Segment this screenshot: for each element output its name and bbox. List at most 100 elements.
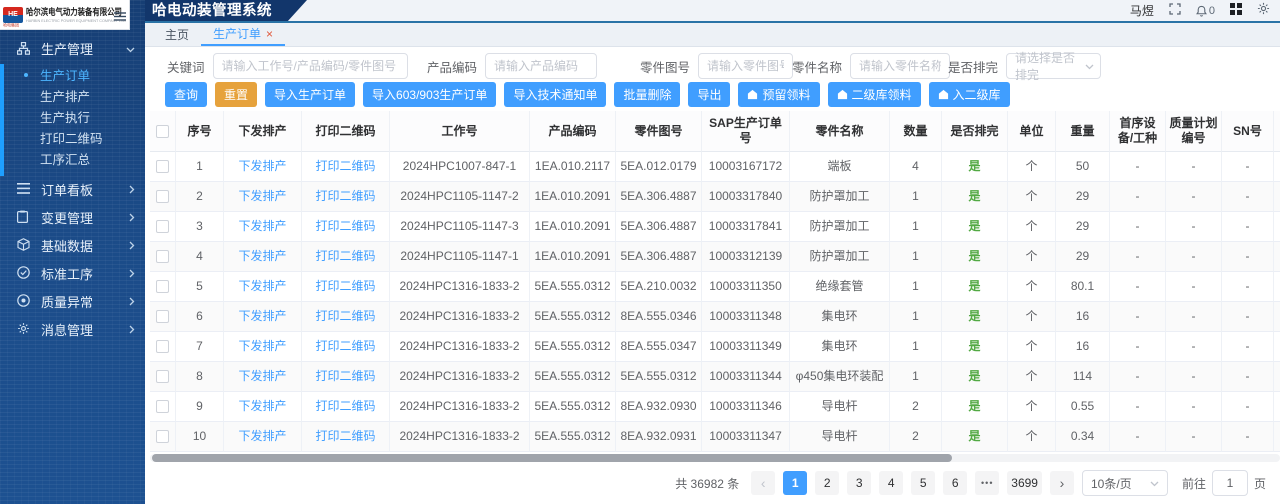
print-qrcode-link[interactable]: 打印二维码 bbox=[315, 249, 375, 264]
page-button-5[interactable]: 5 bbox=[911, 471, 936, 495]
sidebar-item-工序汇总[interactable]: 工序汇总 bbox=[0, 148, 145, 169]
button-二级库领料[interactable]: 二级库领料 bbox=[827, 82, 921, 107]
button-导出[interactable]: 导出 bbox=[688, 82, 731, 107]
row-checkbox[interactable] bbox=[156, 310, 169, 323]
issue-schedule-link[interactable]: 下发排产 bbox=[238, 279, 286, 294]
cell-qty: 1 bbox=[912, 249, 919, 263]
page-button-4[interactable]: 4 bbox=[879, 471, 904, 495]
target-icon bbox=[17, 294, 31, 308]
page-button-6[interactable]: 6 bbox=[943, 471, 968, 495]
print-qrcode-link[interactable]: 打印二维码 bbox=[315, 219, 375, 234]
issue-schedule-link[interactable]: 下发排产 bbox=[238, 399, 286, 414]
issue-schedule-link[interactable]: 下发排产 bbox=[238, 339, 286, 354]
row-checkbox[interactable] bbox=[156, 430, 169, 443]
goto-page-input[interactable] bbox=[1211, 470, 1248, 496]
horizontal-scrollbar-track[interactable] bbox=[150, 454, 1280, 462]
sidebar-group-5[interactable]: 质量异常 bbox=[0, 287, 145, 315]
row-checkbox[interactable] bbox=[156, 280, 169, 293]
button-导入技术通知单[interactable]: 导入技术通知单 bbox=[504, 82, 607, 107]
button-批量删除[interactable]: 批量删除 bbox=[614, 82, 681, 107]
sidebar-item-生产订单[interactable]: 生产订单 bbox=[0, 64, 145, 85]
issue-schedule-link[interactable]: 下发排产 bbox=[238, 159, 286, 174]
issue-schedule-link[interactable]: 下发排产 bbox=[238, 309, 286, 324]
sidebar-group-2[interactable]: 变更管理 bbox=[0, 203, 145, 231]
print-qrcode-link[interactable]: 打印二维码 bbox=[315, 369, 375, 384]
filter-input-零件图号[interactable] bbox=[698, 53, 794, 79]
button-重置[interactable]: 重置 bbox=[215, 82, 258, 107]
button-入二级库[interactable]: 入二级库 bbox=[928, 82, 1010, 107]
print-qrcode-link[interactable]: 打印二维码 bbox=[315, 429, 375, 444]
cell-part-no: 5EA.306.4887 bbox=[620, 219, 697, 233]
sidebar-item-生产排产[interactable]: 生产排产 bbox=[0, 85, 145, 106]
issue-schedule-link[interactable]: 下发排产 bbox=[238, 429, 286, 444]
filter-input-关键词[interactable] bbox=[212, 53, 408, 79]
row-checkbox[interactable] bbox=[156, 190, 169, 203]
row-checkbox[interactable] bbox=[156, 250, 169, 263]
menu-fold-icon[interactable] bbox=[114, 9, 126, 27]
sidebar-item-生产执行[interactable]: 生产执行 bbox=[0, 106, 145, 127]
page-button-2[interactable]: 2 bbox=[815, 471, 840, 495]
cell-qty: 4 bbox=[912, 159, 919, 173]
column-header-重量: 重量 bbox=[1056, 111, 1110, 152]
print-qrcode-link[interactable]: 打印二维码 bbox=[315, 339, 375, 354]
print-qrcode-link[interactable]: 打印二维码 bbox=[315, 399, 375, 414]
print-qrcode-link[interactable]: 打印二维码 bbox=[315, 189, 375, 204]
tab-主页[interactable]: 主页 bbox=[153, 23, 201, 46]
page-size-select[interactable]: 10条/页 bbox=[1081, 470, 1168, 496]
page-button-1[interactable]: 1 bbox=[783, 471, 808, 495]
sidebar-group-6[interactable]: 消息管理 bbox=[0, 315, 145, 343]
page-button-3699[interactable]: 3699 bbox=[1007, 471, 1042, 495]
cell-quality-plan: - bbox=[1191, 369, 1196, 383]
horizontal-scrollbar-thumb[interactable] bbox=[152, 454, 952, 462]
column-header-单位: 单位 bbox=[1008, 111, 1056, 152]
filter-select-是否排完[interactable]: 请选择是否排完 bbox=[1006, 51, 1102, 82]
cell-seq: 9 bbox=[196, 399, 203, 413]
row-checkbox[interactable] bbox=[156, 400, 169, 413]
issue-schedule-link[interactable]: 下发排产 bbox=[238, 369, 286, 384]
issue-schedule-link[interactable]: 下发排产 bbox=[238, 219, 286, 234]
cell-sap-order-no: 10003312139 bbox=[708, 249, 783, 263]
filter-input-零件名称[interactable] bbox=[850, 53, 951, 79]
sidebar-group-3[interactable]: 基础数据 bbox=[0, 231, 145, 259]
sidebar-group-4[interactable]: 标准工序 bbox=[0, 259, 145, 287]
row-checkbox[interactable] bbox=[156, 340, 169, 353]
cell-first-equipment: - bbox=[1135, 249, 1140, 263]
button-导入生产订单[interactable]: 导入生产订单 bbox=[265, 82, 356, 107]
notification-bell[interactable]: 0 bbox=[1195, 5, 1215, 17]
tab-生产订单[interactable]: 生产订单 × bbox=[201, 23, 286, 46]
select-all-checkbox[interactable] bbox=[156, 124, 169, 138]
column-header-打印二维码: 打印二维码 bbox=[302, 111, 390, 152]
sidebar-item-label: 打印二维码 bbox=[40, 132, 103, 146]
sidebar: 生产管理生产订单 生产排产 生产执行打印二维码工序汇总订单看板 变更管理 基础数据 标准工… bbox=[0, 0, 145, 504]
print-qrcode-link[interactable]: 打印二维码 bbox=[315, 309, 375, 324]
issue-schedule-link[interactable]: 下发排产 bbox=[238, 189, 286, 204]
settings-gear-icon[interactable] bbox=[1257, 2, 1270, 20]
apps-grid-icon[interactable] bbox=[1230, 2, 1242, 20]
button-预留领料[interactable]: 预留领料 bbox=[738, 82, 820, 107]
cell-part-name: 防护罩加工 bbox=[809, 219, 870, 233]
button-导入603/903生产订单[interactable]: 导入603/903生产订单 bbox=[363, 82, 497, 107]
fullscreen-icon[interactable] bbox=[1169, 2, 1181, 20]
user-name[interactable]: 马煜 bbox=[1130, 2, 1154, 19]
prev-page-button[interactable]: ‹ bbox=[751, 471, 776, 495]
cell-sn: - bbox=[1245, 429, 1250, 443]
cell-product-code: 5EA.555.0312 bbox=[534, 309, 611, 323]
cell-part-no: 5EA.555.0312 bbox=[620, 369, 697, 383]
sidebar-group-0[interactable]: 生产管理 bbox=[0, 36, 145, 61]
row-checkbox[interactable] bbox=[156, 220, 169, 233]
button-查询[interactable]: 查询 bbox=[165, 82, 208, 107]
print-qrcode-link[interactable]: 打印二维码 bbox=[315, 159, 375, 174]
cell-scheduled: 是 bbox=[968, 279, 981, 293]
row-checkbox[interactable] bbox=[156, 160, 169, 173]
sidebar-item-打印二维码[interactable]: 打印二维码 bbox=[0, 127, 145, 148]
page-button-3[interactable]: 3 bbox=[847, 471, 872, 495]
sidebar-group-1[interactable]: 订单看板 bbox=[0, 175, 145, 203]
close-icon[interactable]: × bbox=[266, 28, 273, 40]
chevron-down-icon bbox=[1150, 476, 1159, 490]
issue-schedule-link[interactable]: 下发排产 bbox=[238, 249, 286, 264]
row-checkbox[interactable] bbox=[156, 370, 169, 383]
print-qrcode-link[interactable]: 打印二维码 bbox=[315, 279, 375, 294]
more-pages-button[interactable]: ••• bbox=[975, 471, 1000, 495]
next-page-button[interactable]: › bbox=[1049, 471, 1074, 495]
filter-input-产品编码[interactable] bbox=[485, 53, 598, 79]
